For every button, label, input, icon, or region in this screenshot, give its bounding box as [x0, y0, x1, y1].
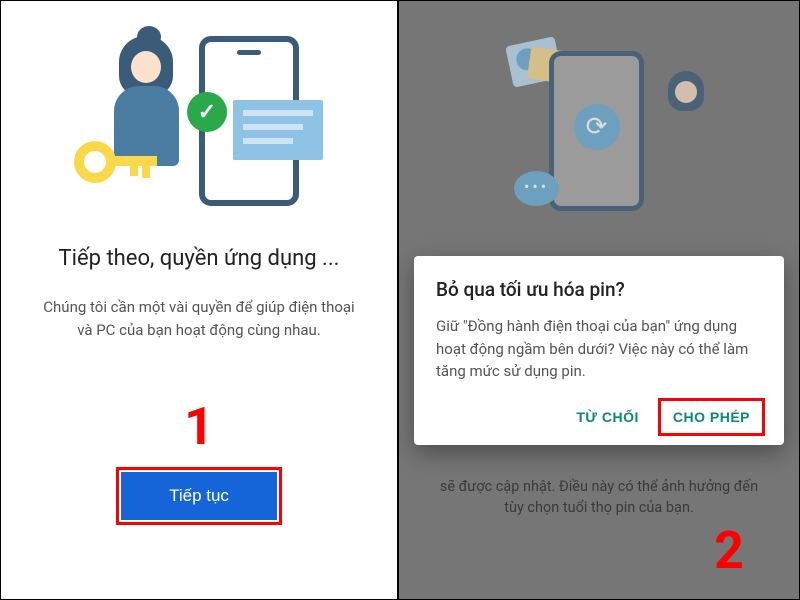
message-icon — [233, 100, 323, 160]
dialog-actions: TỪ CHỐI CHO PHÉP — [436, 401, 762, 433]
permissions-illustration: ✓ — [69, 16, 329, 216]
continue-button[interactable]: Tiếp tục — [121, 472, 277, 520]
sync-illustration: ⟳ — [479, 41, 719, 221]
step-1-annotation: 1 — [184, 396, 214, 457]
chat-bubble-icon — [514, 171, 559, 206]
battery-optimization-dialog: Bỏ qua tối ưu hóa pin? Giữ "Đồng hành đi… — [414, 256, 784, 445]
person-illustration — [668, 71, 704, 111]
dialog-title: Bỏ qua tối ưu hóa pin? — [436, 278, 762, 301]
permissions-description: Chúng tôi cần một vài quyền để giúp điện… — [31, 296, 367, 341]
phone-icon: ✓ — [199, 36, 299, 206]
allow-button[interactable]: CHO PHÉP — [661, 401, 762, 433]
permissions-heading: Tiếp theo, quyền ứng dụng ... — [59, 246, 340, 271]
person-illustration — [89, 36, 199, 206]
deny-button[interactable]: TỪ CHỐI — [564, 401, 651, 433]
step-2-annotation: 2 — [714, 520, 744, 581]
sync-icon: ⟳ — [574, 104, 620, 150]
step-2-screen: ⟳ sẽ được cập nhật. Điều này có thể ảnh … — [399, 1, 799, 599]
background-text: sẽ được cập nhật. Điều này có thể ảnh hư… — [429, 476, 769, 520]
phone-icon: ⟳ — [549, 51, 644, 211]
step-1-screen: ✓ Tiếp theo, quyền ứng dụng ... Chúng tô… — [1, 1, 399, 599]
key-icon — [74, 136, 164, 196]
dialog-body: Giữ "Đồng hành điện thoại của bạn" ứng d… — [436, 315, 762, 383]
